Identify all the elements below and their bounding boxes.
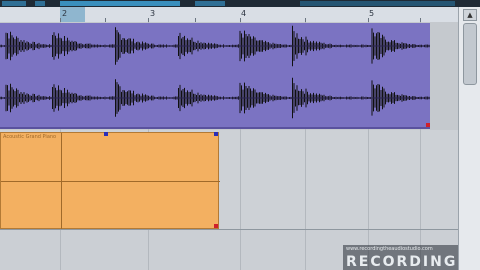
timeline-ruler[interactable]: 2 3 4 5	[0, 7, 458, 23]
ruler-bar-number: 4	[241, 9, 247, 18]
midi-divider	[61, 133, 62, 230]
ruler-bar-number: 5	[369, 9, 375, 18]
resize-handle[interactable]	[426, 123, 430, 127]
scroll-thumb[interactable]	[463, 23, 477, 85]
volume-handle[interactable]	[104, 132, 108, 136]
toolbar-segment[interactable]	[35, 1, 45, 6]
toolbar-segment[interactable]	[2, 1, 26, 6]
toolbar-segment[interactable]	[300, 1, 455, 6]
track-separator	[0, 229, 458, 230]
vertical-scrollbar[interactable]: ▲	[458, 7, 480, 270]
watermark-url: www.recordingtheaudiostudio.com	[346, 246, 433, 252]
audio-event[interactable]	[0, 23, 430, 129]
midi-event-name: Acoustic Grand Piano	[3, 134, 57, 140]
watermark: www.recordingtheaudiostudio.com RECORDIN…	[343, 245, 458, 270]
scroll-up-icon[interactable]: ▲	[463, 9, 477, 21]
midi-event[interactable]: Acoustic Grand Piano	[0, 132, 220, 230]
toolbar-segment[interactable]	[195, 1, 225, 6]
ruler-bar-number: 3	[150, 9, 156, 18]
ruler-bar-number: 2	[62, 9, 68, 18]
resize-handle[interactable]	[214, 224, 218, 228]
fade-handle[interactable]	[214, 132, 218, 136]
midi-divider	[1, 181, 220, 182]
watermark-title: RECORDING	[346, 254, 458, 270]
toolbar-segment[interactable]	[60, 1, 180, 6]
audio-waveform	[0, 25, 430, 119]
transport-bar	[0, 0, 480, 7]
